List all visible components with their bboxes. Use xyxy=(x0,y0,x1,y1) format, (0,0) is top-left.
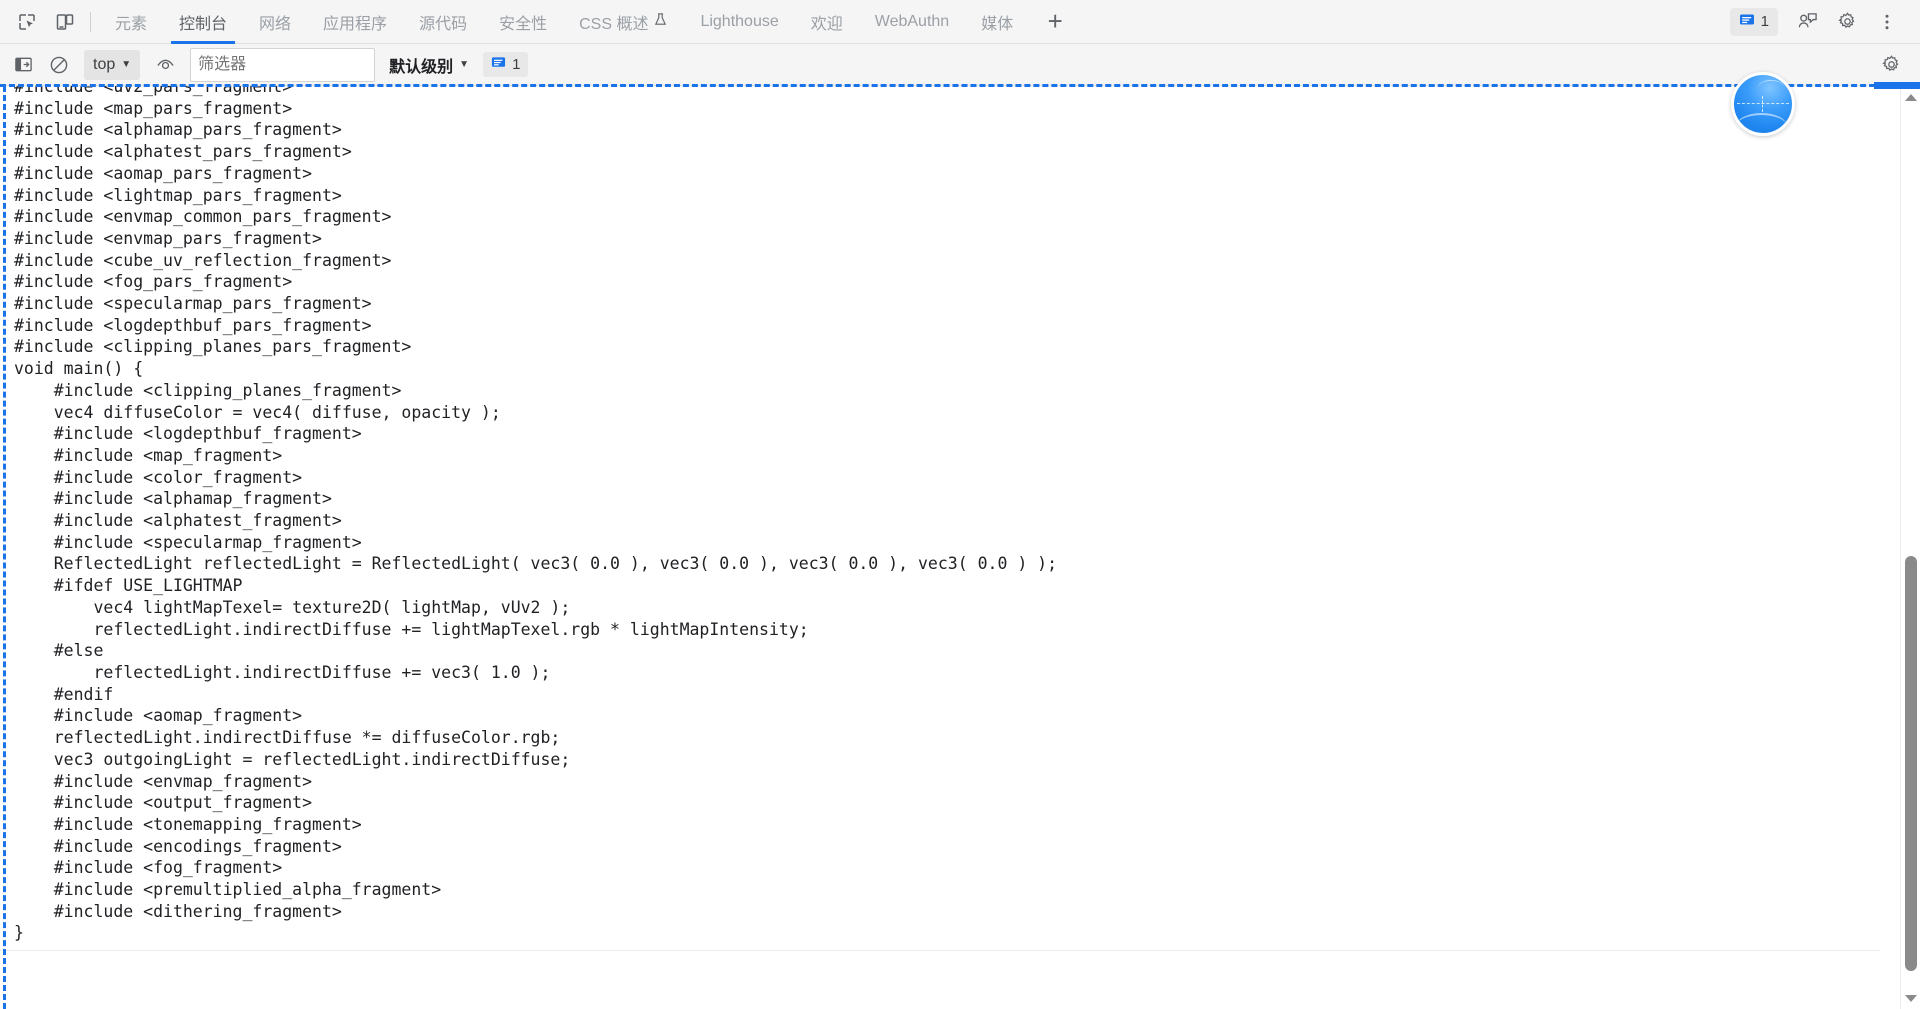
chevron-down-icon: ▼ xyxy=(121,59,132,70)
tab-media[interactable]: 媒体 xyxy=(965,0,1029,44)
context-label: top xyxy=(93,55,116,73)
tab-welcome[interactable]: 欢迎 xyxy=(795,0,859,44)
tab-label: 媒体 xyxy=(981,15,1014,33)
flask-icon xyxy=(653,12,668,32)
log-level-label: 默认级别 xyxy=(389,58,454,76)
tab-security[interactable]: 安全性 xyxy=(483,0,563,44)
scroll-thumb[interactable] xyxy=(1905,556,1917,971)
tab-list: 元素 控制台 网络 应用程序 源代码 安全性 CSS 概述 Lighthouse xyxy=(99,0,1029,44)
console-sidebar-icon[interactable] xyxy=(8,52,38,78)
tab-label: CSS 概述 xyxy=(579,15,649,33)
tab-label: 应用程序 xyxy=(323,15,388,33)
tabbar-right-actions: 1 xyxy=(1729,6,1920,38)
add-tab-button[interactable]: + xyxy=(1035,2,1075,42)
tab-application[interactable]: 应用程序 xyxy=(307,0,403,44)
inspect-element-icon[interactable] xyxy=(10,7,44,37)
console-message-list[interactable]: #include <uv2_pars_fragment> #include <m… xyxy=(0,86,1920,1009)
console-log-message[interactable]: #include <uv2_pars_fragment> #include <m… xyxy=(0,86,1880,952)
message-count-text: 1 xyxy=(1760,13,1769,30)
clear-console-icon[interactable] xyxy=(44,52,74,78)
tab-lighthouse[interactable]: Lighthouse xyxy=(684,0,794,44)
tab-label: 源代码 xyxy=(419,15,468,33)
scroll-up-arrow[interactable] xyxy=(1901,88,1920,106)
chevron-down-icon: ▼ xyxy=(459,59,470,70)
feedback-icon[interactable] xyxy=(1788,6,1826,38)
sphere-arc-top xyxy=(1757,79,1786,100)
tab-css-overview[interactable]: CSS 概述 xyxy=(563,0,684,44)
tab-label: 网络 xyxy=(259,15,292,33)
toolbar-message-count-text: 1 xyxy=(512,56,521,73)
tab-webauthn[interactable]: WebAuthn xyxy=(859,0,965,44)
gear-icon[interactable] xyxy=(1876,52,1906,78)
shader-source-text: #include <uv2_pars_fragment> #include <m… xyxy=(14,86,1058,943)
tab-label: Lighthouse xyxy=(700,12,779,30)
console-filter-input[interactable] xyxy=(190,47,376,82)
tab-label: WebAuthn xyxy=(874,12,950,30)
console-message-count-badge[interactable]: 1 xyxy=(1729,7,1778,36)
device-toolbar-icon[interactable] xyxy=(48,7,82,37)
tab-console[interactable]: 控制台 xyxy=(163,0,243,44)
plus-icon: + xyxy=(1047,6,1063,36)
tab-label: 元素 xyxy=(115,15,148,33)
tab-label: 欢迎 xyxy=(810,15,843,33)
toolbar-divider xyxy=(90,11,91,32)
gear-icon[interactable] xyxy=(1828,6,1866,38)
console-toolbar: top ▼ 默认级别 ▼ 1 xyxy=(0,44,1920,86)
tab-label: 安全性 xyxy=(499,15,548,33)
execution-context-selector[interactable]: top ▼ xyxy=(84,49,141,80)
sphere-arc-bottom xyxy=(1736,113,1788,133)
log-level-selector[interactable]: 默认级别 ▼ xyxy=(389,53,469,77)
tab-network[interactable]: 网络 xyxy=(243,0,307,44)
devtools-tab-bar: 元素 控制台 网络 应用程序 源代码 安全性 CSS 概述 Lighthouse xyxy=(0,0,1920,44)
sphere-meridian-line xyxy=(1762,95,1764,113)
more-vertical-icon[interactable] xyxy=(1868,6,1906,38)
scroll-down-arrow[interactable] xyxy=(1901,989,1920,1007)
tab-sources[interactable]: 源代码 xyxy=(403,0,483,44)
eye-icon[interactable] xyxy=(150,52,180,78)
tab-elements[interactable]: 元素 xyxy=(99,0,163,44)
console-message-icon xyxy=(491,55,506,74)
drag-guide-solid-segment xyxy=(1874,82,1920,89)
toolbar-message-count-badge[interactable]: 1 xyxy=(483,52,529,77)
console-message-icon xyxy=(1739,12,1755,32)
console-scrollbar[interactable] xyxy=(1900,86,1920,1009)
tab-label: 控制台 xyxy=(179,15,228,33)
blue-sphere-overlay[interactable] xyxy=(1731,72,1795,136)
